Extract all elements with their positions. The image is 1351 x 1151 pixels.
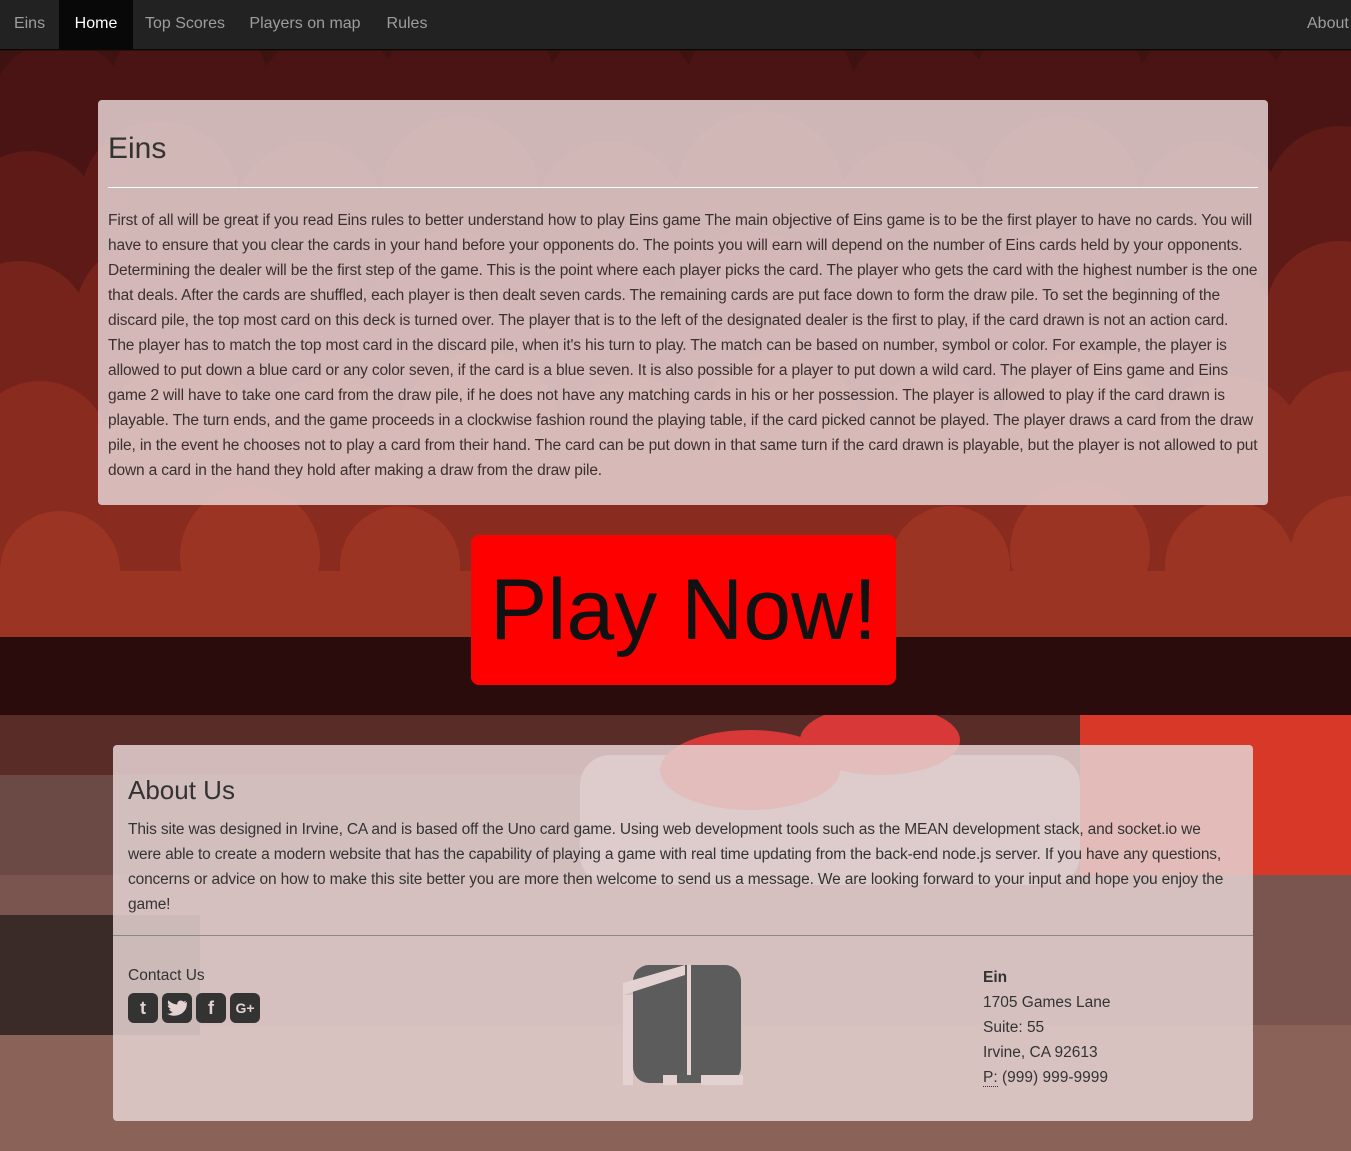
nav-players-on-map-link[interactable]: Players on map [237,0,373,50]
about-panel: About Us This site was designed in Irvin… [113,745,1253,1121]
company-name: Ein [983,969,1008,986]
play-now-button[interactable]: Play Now! [471,535,896,685]
nav-about-link[interactable]: About [1290,0,1351,50]
phone-label: P: [983,1069,998,1087]
phone-number: (999) 999-9999 [1001,1069,1108,1086]
eins-logo-icon [623,965,743,1085]
google-plus-icon[interactable]: G+ [230,993,260,1023]
intro-panel: Eins First of all will be great if you r… [98,100,1268,505]
contact-label: Contact Us [128,967,205,984]
intro-title: Eins [108,132,1258,188]
nav-brand-link[interactable]: Eins [0,0,59,50]
street-address: 1705 Games Lane [983,994,1111,1011]
address-block: Ein 1705 Games Lane Suite: 55 Irvine, CA… [983,965,1111,1090]
divider [113,935,1253,936]
nav-home-link[interactable]: Home [59,0,133,50]
navbar: Eins Home Top Scores Players on map Rule… [0,0,1351,50]
phone-line: P: (999) 999-9999 [983,1065,1111,1090]
city-state-zip: Irvine, CA 92613 [983,1044,1098,1061]
suite: Suite: 55 [983,1019,1045,1036]
nav-top-scores-link[interactable]: Top Scores [133,0,237,50]
about-text: This site was designed in Irvine, CA and… [128,821,1224,913]
facebook-icon[interactable]: f [196,993,226,1023]
about-title: About Us [128,775,235,805]
nav-rules-link[interactable]: Rules [373,0,441,50]
twitter-icon[interactable] [162,993,192,1023]
intro-text: First of all will be great if you read E… [108,212,1258,479]
tumblr-icon[interactable]: t [128,993,158,1023]
